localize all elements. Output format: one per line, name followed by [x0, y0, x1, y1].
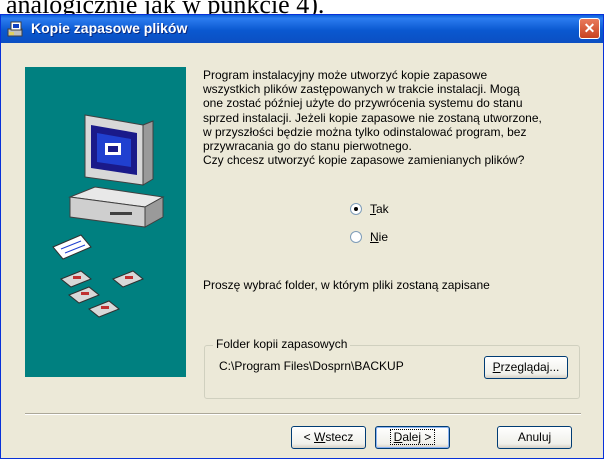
title-bar[interactable]: Kopie zapasowe plików ✕ [1, 15, 603, 43]
back-button[interactable]: < Wstecz [291, 426, 366, 449]
next-button[interactable]: Dalej > [375, 426, 450, 449]
description-text: Program instalacyjny może utworzyć kopie… [203, 68, 598, 167]
computer-illustration-icon [52, 114, 165, 318]
window-title: Kopie zapasowe plików [31, 20, 188, 36]
cancel-button[interactable]: Anuluj [497, 426, 572, 449]
backup-folder-group-label: Folder kopii zapasowych [213, 337, 351, 351]
radio-unselected-icon[interactable] [350, 231, 362, 243]
backup-folder-path: C:\Program Files\Dosprn\BACKUP [219, 359, 404, 373]
backup-question: Czy chcesz utworzyć kopie zapasowe zamie… [203, 153, 525, 168]
setup-dialog: Kopie zapasowe plików ✕ Program instalac… [0, 14, 604, 459]
description-line: wszystkich plików zastępowanych w trakci… [203, 82, 520, 97]
description-line: w przyszłości będzie można tylko odinsta… [203, 124, 527, 139]
description-line: one zostać później użyte do przywrócenia… [203, 96, 523, 111]
radio-selected-icon[interactable] [350, 203, 362, 215]
wizard-side-image [25, 67, 186, 377]
description-line: sprzed instalacji. Jeżeli kopie zapasowe… [203, 110, 542, 125]
button-separator [25, 413, 581, 415]
setup-app-icon [7, 20, 25, 38]
description-line: przywracania go do stanu pierwotnego. [203, 139, 412, 154]
radio-no-label[interactable]: Nie [370, 230, 388, 244]
radio-yes-label[interactable]: Tak [370, 202, 389, 216]
backup-folder-group: Folder kopii zapasowych C:\Program Files… [204, 337, 580, 399]
close-button[interactable]: ✕ [579, 18, 600, 39]
choose-folder-instruction: Proszę wybrać folder, w którym pliki zos… [203, 278, 490, 292]
description-line: Program instalacyjny może utworzyć kopie… [203, 68, 488, 82]
close-icon: ✕ [583, 20, 596, 36]
browse-button[interactable]: Przeglądaj... [484, 356, 568, 379]
